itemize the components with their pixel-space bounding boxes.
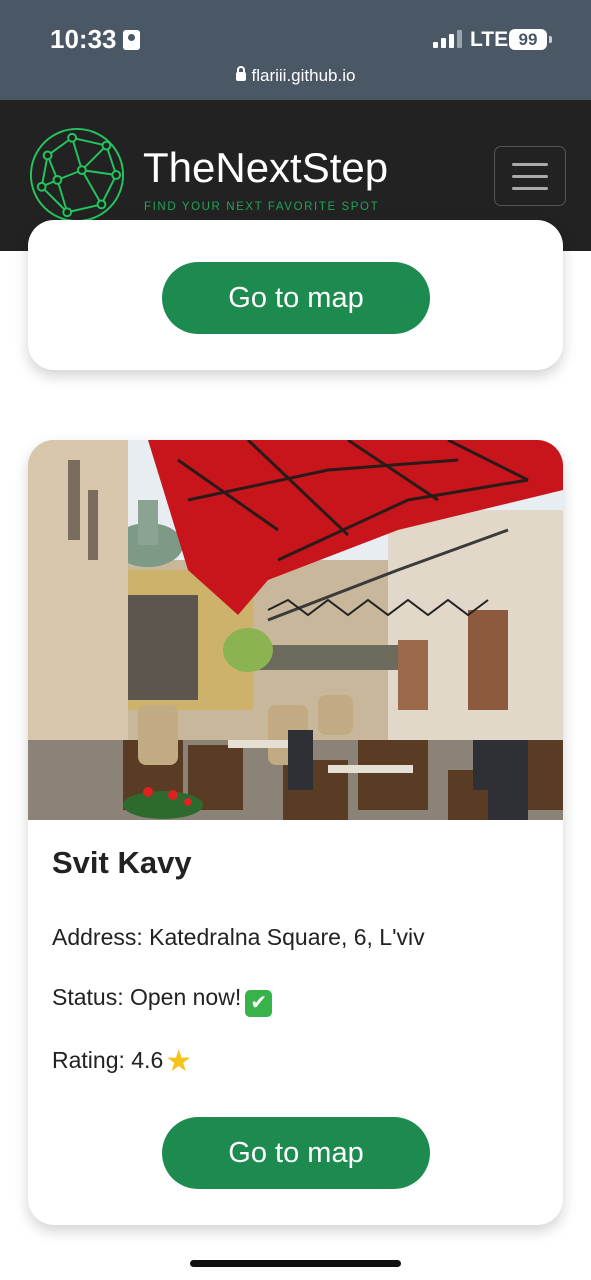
status-time: 10:33 — [50, 24, 140, 55]
status-text: Status: Open now! — [52, 984, 242, 1010]
signal-icon — [433, 30, 462, 48]
go-to-map-button[interactable]: Go to map — [162, 262, 430, 334]
place-status: Status: Open now! ✔ — [52, 984, 273, 1017]
brand-tagline: FIND YOUR NEXT FAVORITE SPOT — [144, 201, 380, 213]
place-card: Go to map — [28, 220, 563, 370]
network-label: LTE — [470, 28, 509, 51]
place-card: Svit Kavy Address: Katedralna Square, 6,… — [28, 440, 563, 1225]
rating-text: Rating: 4.6 — [52, 1047, 164, 1073]
star-icon: ★ — [165, 1045, 193, 1078]
home-indicator[interactable] — [190, 1260, 401, 1267]
address-bar[interactable]: flariii.github.io — [0, 66, 591, 86]
place-address: Address: Katedralna Square, 6, L'viv — [52, 924, 425, 950]
check-mark-icon: ✔ — [245, 990, 273, 1017]
status-bar: 10:33 LTE 99 flariii.github.io — [0, 0, 591, 100]
place-name: Svit Kavy — [52, 845, 192, 880]
brand-name[interactable]: TheNextStep — [143, 144, 388, 192]
contact-card-icon — [122, 30, 140, 50]
menu-toggle-button[interactable] — [494, 146, 566, 206]
battery-icon: 99 — [509, 29, 552, 50]
lock-icon — [235, 66, 246, 81]
url-text: flariii.github.io — [251, 66, 356, 85]
globe-network-icon[interactable] — [28, 126, 126, 224]
go-to-map-button[interactable]: Go to map — [162, 1117, 430, 1189]
place-rating: Rating: 4.6★ — [52, 1044, 192, 1079]
cafe-photo — [28, 440, 563, 820]
